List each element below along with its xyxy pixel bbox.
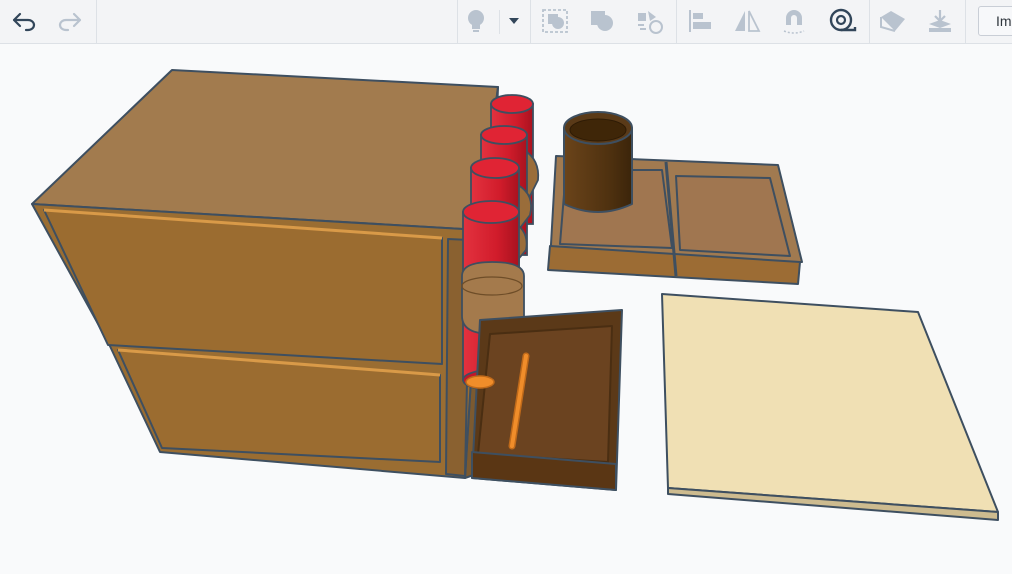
scene-3d [31, 69, 999, 521]
toolbar-separator [676, 0, 677, 44]
panel-top [661, 293, 999, 513]
magnet-button[interactable] [776, 4, 812, 38]
cylinder-top [480, 125, 528, 145]
drop-to-plane-icon [925, 7, 955, 35]
pot-opening [569, 118, 627, 142]
ruler-tape-icon [827, 7, 859, 35]
cabinet[interactable] [31, 69, 499, 479]
cylinder-top [490, 94, 534, 114]
toolbar-separator [530, 0, 531, 44]
align-button[interactable] [682, 4, 718, 38]
tag-icon [877, 7, 909, 35]
tag-button[interactable] [875, 4, 911, 38]
group-icon [540, 7, 570, 35]
cylinder-top [470, 157, 520, 179]
ungroup-button[interactable] [584, 4, 620, 38]
caret-down-icon [508, 17, 520, 25]
cruise-button[interactable] [632, 4, 668, 38]
redo-arrow-icon [56, 9, 84, 33]
light-dropdown-button[interactable] [500, 4, 528, 38]
import-button[interactable]: Im [978, 6, 1012, 36]
undo-arrow-icon [10, 9, 38, 33]
tray-compartment-right [675, 175, 791, 257]
ungroup-icon [587, 7, 617, 35]
tray-inner [477, 325, 613, 463]
pencil-holder-ring [465, 375, 495, 389]
redo-button[interactable] [52, 4, 88, 38]
front-tray[interactable] [465, 309, 623, 491]
toolbar-separator [965, 0, 966, 44]
lightbulb-icon [463, 7, 489, 35]
toolbar-separator [869, 0, 870, 44]
cruise-icon [634, 7, 666, 35]
undo-button[interactable] [6, 4, 42, 38]
cylinder-top [462, 200, 520, 224]
divided-tray[interactable] [547, 111, 803, 285]
mirror-icon [732, 7, 762, 35]
align-icon [685, 7, 715, 35]
beige-panel[interactable] [661, 293, 999, 521]
workplane-canvas[interactable] [0, 44, 1012, 569]
mirror-button[interactable] [729, 4, 765, 38]
magnet-icon [779, 7, 809, 35]
drop-button[interactable] [922, 4, 958, 38]
group-button[interactable] [537, 4, 573, 38]
ruler-button[interactable] [825, 4, 861, 38]
toolbar: Im [0, 0, 1012, 44]
light-button[interactable] [458, 4, 494, 38]
cabinet-top [31, 69, 499, 231]
toolbar-separator [96, 0, 97, 44]
